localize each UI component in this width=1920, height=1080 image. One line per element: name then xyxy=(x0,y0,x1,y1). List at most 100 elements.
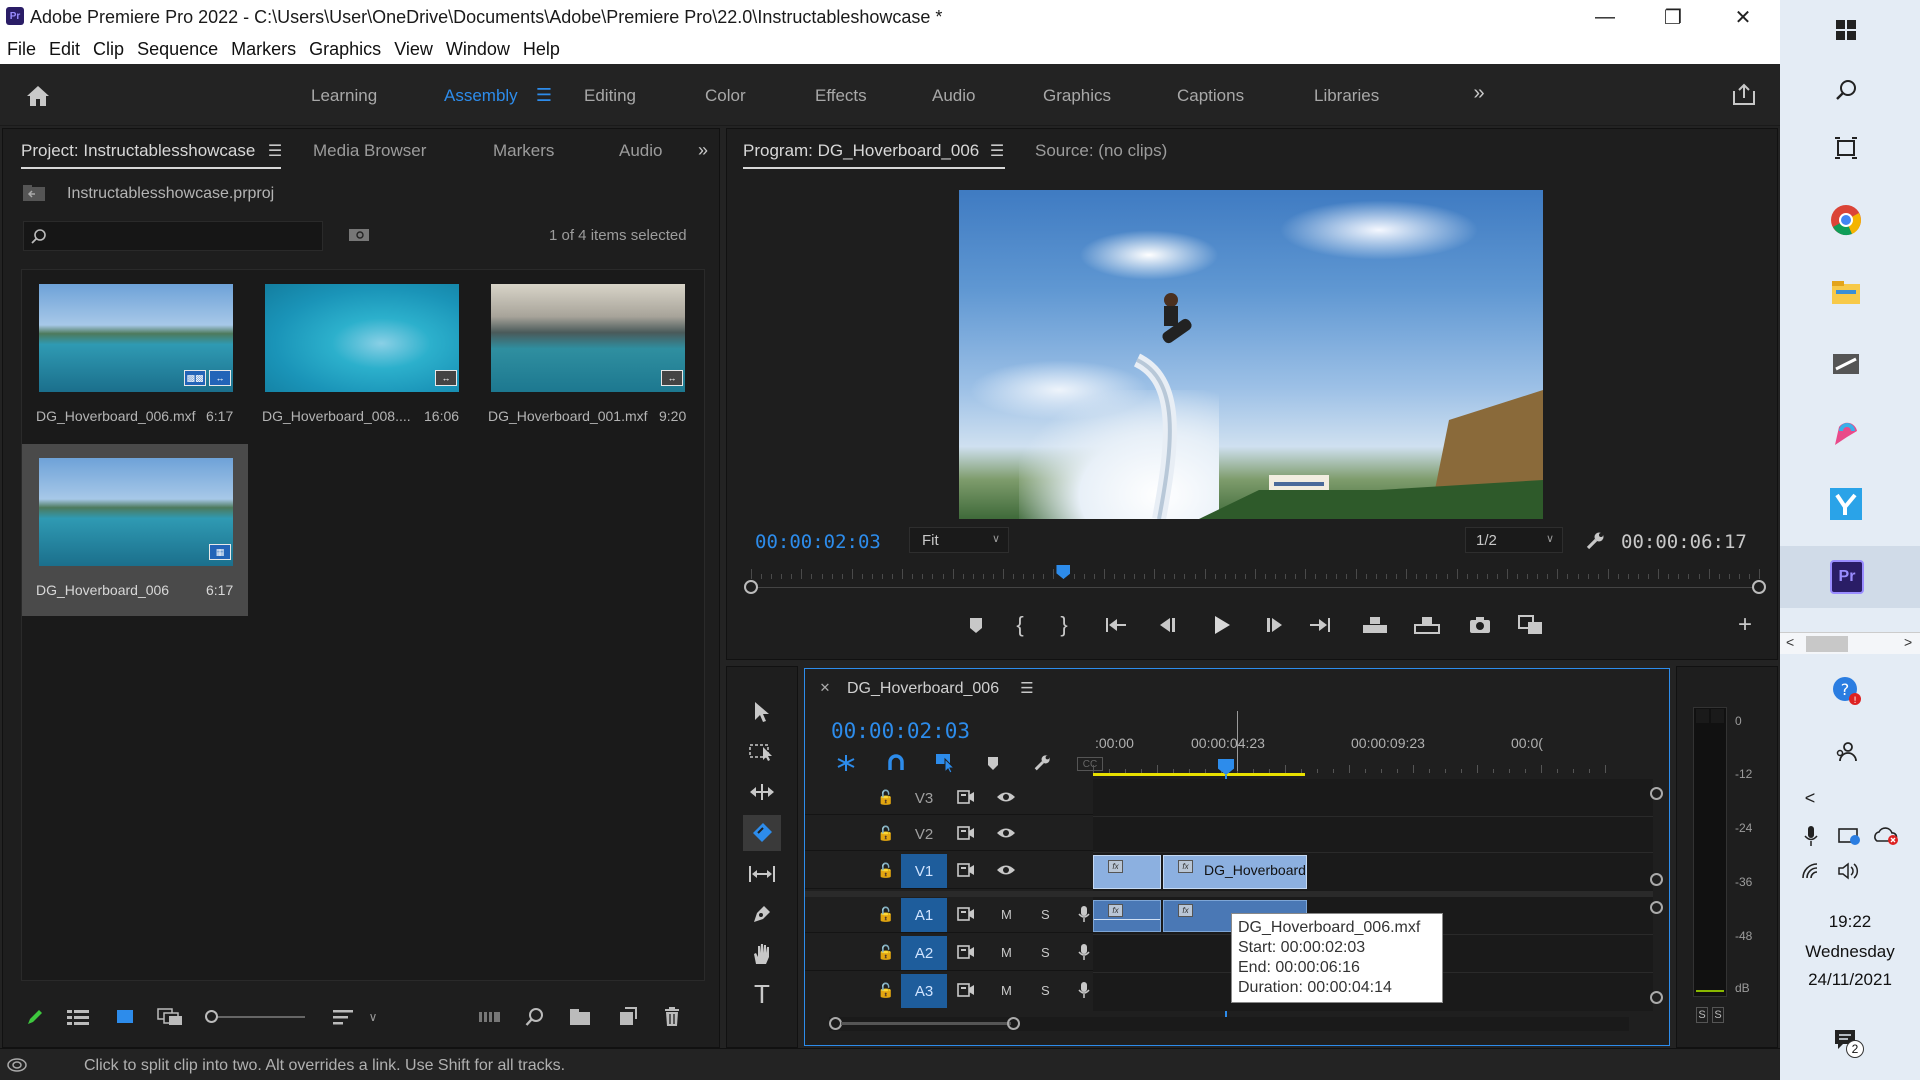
solo-track-button[interactable]: S xyxy=(1041,983,1050,998)
show-hidden-icons-chevron[interactable]: < xyxy=(1800,786,1820,810)
timeline-horizontal-scrollbar[interactable] xyxy=(829,1017,1629,1031)
workspace-captions[interactable]: Captions xyxy=(1177,86,1244,106)
track-target-v3[interactable]: V3 xyxy=(901,781,947,815)
program-current-time[interactable]: 00:00:02:03 xyxy=(755,531,881,553)
lift-icon[interactable] xyxy=(1361,612,1389,638)
yammer-icon[interactable] xyxy=(1826,484,1866,524)
step-back-icon[interactable] xyxy=(1155,612,1181,638)
home-icon[interactable] xyxy=(22,80,54,112)
video-clip-right[interactable]: fx DG_Hoverboard xyxy=(1163,855,1307,889)
microphone-icon[interactable] xyxy=(1075,942,1093,962)
clock-time[interactable]: 19:22 xyxy=(1780,912,1920,932)
nest-icon[interactable] xyxy=(835,753,857,773)
menu-view[interactable]: View xyxy=(394,39,433,60)
lock-icon[interactable]: 🔓 xyxy=(877,943,895,961)
workspace-learning[interactable]: Learning xyxy=(311,86,377,106)
paint-3d-icon[interactable] xyxy=(1826,414,1866,454)
timeline-ruler[interactable]: :00:00 00:00:04:23 00:00:09:23 00:0( xyxy=(1093,719,1653,759)
sync-lock-icon[interactable] xyxy=(955,824,977,842)
tab-media-browser[interactable]: Media Browser xyxy=(313,141,426,161)
workspace-editing[interactable]: Editing xyxy=(584,86,636,106)
slip-tool-icon[interactable] xyxy=(747,859,777,889)
linked-selection-icon[interactable] xyxy=(935,753,957,773)
write-protect-pencil-icon[interactable] xyxy=(23,1005,47,1029)
more-workspaces-icon[interactable]: » xyxy=(1468,82,1490,104)
program-panel-menu-icon[interactable]: ☰ xyxy=(987,141,1007,161)
help-notification-icon[interactable]: ?! xyxy=(1826,670,1866,710)
automate-to-sequence-icon[interactable] xyxy=(477,1005,503,1029)
program-time-ruler[interactable] xyxy=(744,565,1766,595)
tab-audio[interactable]: Audio xyxy=(619,141,662,161)
people-icon[interactable] xyxy=(1826,732,1866,772)
mute-track-button[interactable]: M xyxy=(1001,983,1012,998)
workspace-effects[interactable]: Effects xyxy=(815,86,867,106)
program-scroll-start-handle[interactable] xyxy=(744,580,758,594)
mute-track-button[interactable]: M xyxy=(1001,907,1012,922)
clip-thumbnail[interactable] xyxy=(265,284,459,392)
solo-right-button[interactable]: S xyxy=(1712,1007,1724,1023)
microphone-tray-icon[interactable] xyxy=(1800,824,1822,848)
clock-date[interactable]: 24/11/2021 xyxy=(1780,970,1920,990)
mark-out-icon[interactable]: } xyxy=(1051,612,1077,638)
solo-left-button[interactable]: S xyxy=(1696,1007,1708,1023)
onedrive-error-icon[interactable] xyxy=(1872,824,1900,848)
microphone-icon[interactable] xyxy=(1075,980,1093,1000)
sync-lock-icon[interactable] xyxy=(955,905,977,923)
windows-start-icon[interactable] xyxy=(1826,10,1866,50)
icon-view-icon[interactable] xyxy=(113,1005,137,1029)
mark-in-icon[interactable]: { xyxy=(1007,612,1033,638)
workspace-assembly[interactable]: Assembly xyxy=(444,86,518,106)
track-target-a2[interactable]: A2 xyxy=(901,936,947,970)
list-view-icon[interactable] xyxy=(65,1005,91,1029)
scroll-left-icon[interactable]: < xyxy=(1786,634,1794,650)
wifi-icon[interactable] xyxy=(1800,860,1824,882)
pen-tool-icon[interactable] xyxy=(747,899,777,929)
sequence-tab-name[interactable]: DG_Hoverboard_006 xyxy=(847,680,999,698)
snap-magnet-icon[interactable] xyxy=(885,753,907,773)
program-scroll-end-handle[interactable] xyxy=(1752,580,1766,594)
selection-tool-icon[interactable] xyxy=(747,697,777,727)
freeform-view-icon[interactable] xyxy=(155,1005,185,1029)
new-bin-icon[interactable] xyxy=(567,1005,593,1029)
timeline-current-time[interactable]: 00:00:02:03 xyxy=(831,719,970,743)
tab-program[interactable]: Program: DG_Hoverboard_006 xyxy=(743,141,1006,169)
solo-track-button[interactable]: S xyxy=(1041,945,1050,960)
ripple-edit-tool-icon[interactable] xyxy=(747,777,777,807)
find-icon[interactable] xyxy=(523,1005,547,1029)
type-tool-icon[interactable]: T xyxy=(747,979,777,1009)
tab-source[interactable]: Source: (no clips) xyxy=(1035,141,1167,161)
video-clip-left[interactable]: fx xyxy=(1093,855,1161,889)
more-panels-icon[interactable]: » xyxy=(693,139,713,161)
track-target-a1[interactable]: A1 xyxy=(901,898,947,932)
zoom-slider[interactable] xyxy=(205,1010,305,1023)
menu-help[interactable]: Help xyxy=(523,39,560,60)
file-explorer-icon[interactable] xyxy=(1826,272,1866,312)
lock-icon[interactable]: 🔓 xyxy=(877,981,895,999)
taskbar-scrollbar[interactable]: < > xyxy=(1780,632,1920,654)
timeline-settings-wrench-icon[interactable] xyxy=(1031,753,1053,773)
razor-tool-icon[interactable] xyxy=(748,820,776,846)
sync-lock-icon[interactable] xyxy=(955,943,977,961)
premiere-taskbar-icon[interactable]: Pr xyxy=(1830,560,1864,594)
add-marker-icon[interactable] xyxy=(983,753,1003,773)
premiere-taskbar-active[interactable]: Pr xyxy=(1780,546,1920,608)
project-folder-icon[interactable] xyxy=(21,183,47,203)
microphone-icon[interactable] xyxy=(1075,904,1093,924)
lock-icon[interactable]: 🔓 xyxy=(877,861,895,879)
scrollbar-end-handle[interactable] xyxy=(1007,1017,1020,1030)
eye-icon[interactable] xyxy=(995,824,1017,842)
project-item[interactable]: ▩▩ ↔ DG_Hoverboard_006.mxf 6:17 xyxy=(22,270,248,442)
clock-day[interactable]: Wednesday xyxy=(1780,942,1920,962)
workspace-audio[interactable]: Audio xyxy=(932,86,975,106)
work-area-bar[interactable] xyxy=(1093,773,1305,776)
app-icon-generic[interactable] xyxy=(1826,344,1866,384)
track-target-a3[interactable]: A3 xyxy=(901,974,947,1008)
zoom-slider-handle[interactable] xyxy=(205,1010,218,1023)
button-editor-plus-icon[interactable]: + xyxy=(1733,611,1757,638)
lock-icon[interactable]: 🔓 xyxy=(877,788,895,806)
video-track-scroll-bottom-handle[interactable] xyxy=(1650,873,1663,886)
sort-icon[interactable] xyxy=(331,1005,355,1029)
track-target-v2[interactable]: V2 xyxy=(901,817,947,851)
project-item[interactable]: ↔ DG_Hoverboard_001.mxf 9:20 xyxy=(474,270,700,442)
chevron-down-icon[interactable]: ∨ xyxy=(365,1005,381,1029)
